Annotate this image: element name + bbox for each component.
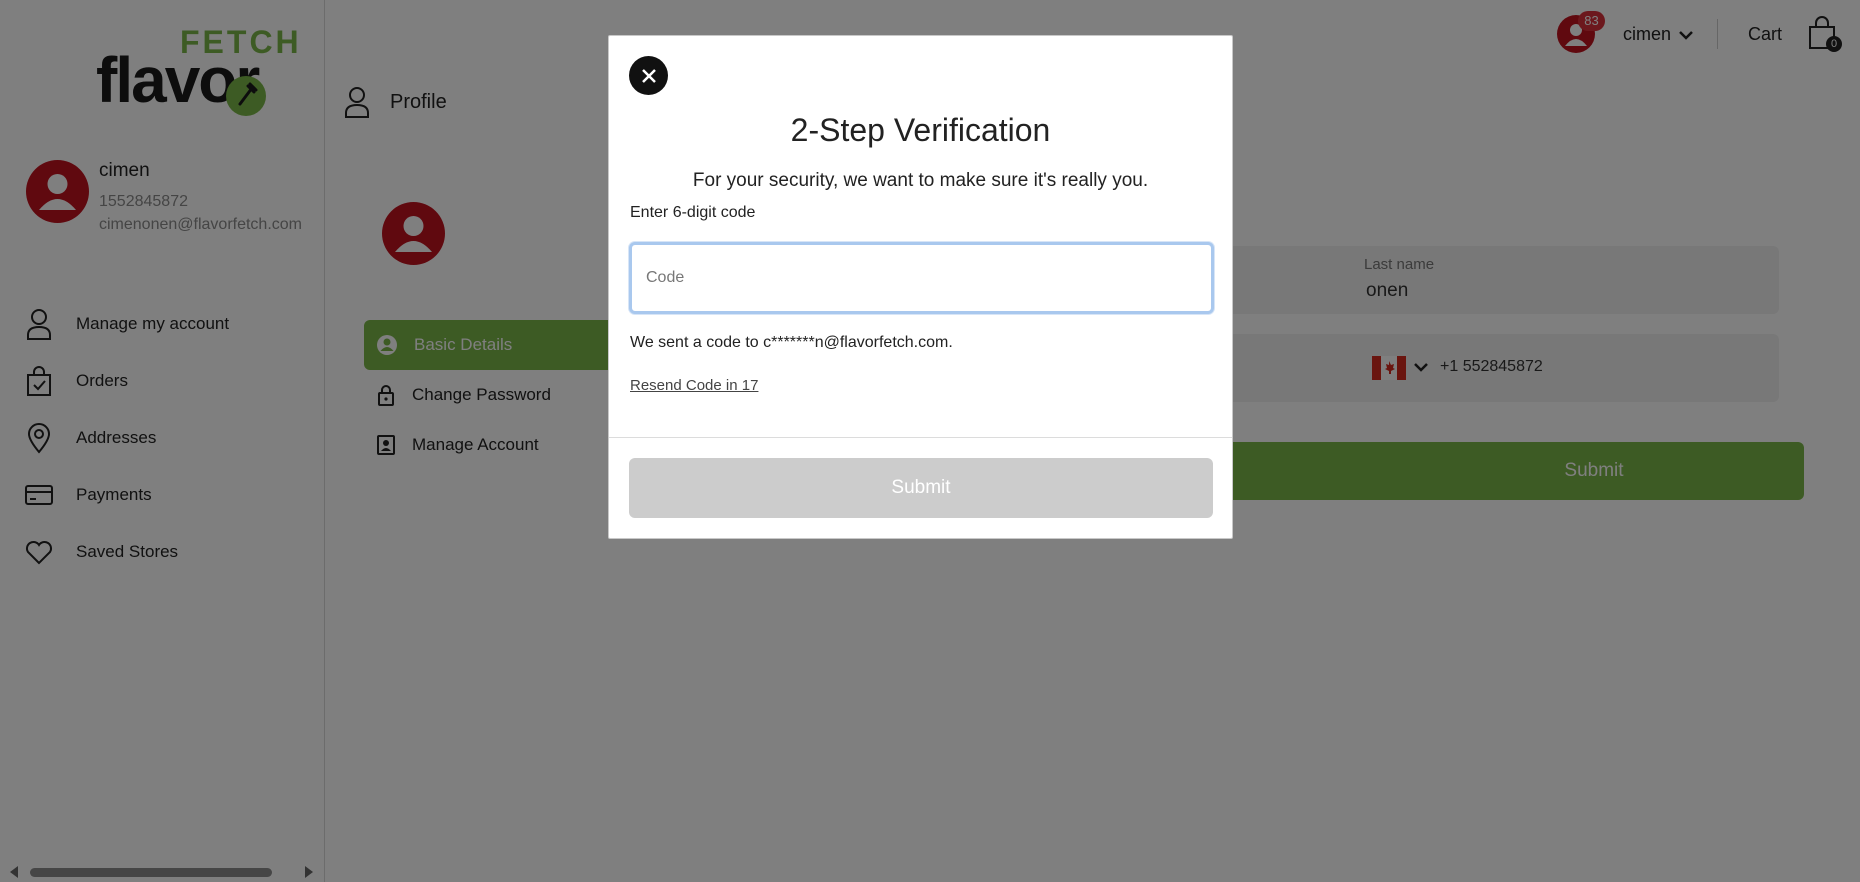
close-icon bbox=[641, 68, 656, 83]
two-step-verification-modal: 2-Step Verification For your security, w… bbox=[608, 35, 1233, 539]
code-input-label: Enter 6-digit code bbox=[630, 204, 756, 221]
resend-code-link[interactable]: Resend Code in 17 bbox=[630, 377, 758, 394]
modal-subtitle: For your security, we want to make sure … bbox=[692, 170, 1149, 191]
code-sent-message: We sent a code to c*******n@flavorfetch.… bbox=[630, 334, 953, 351]
modal-divider bbox=[609, 437, 1232, 438]
modal-title: 2-Step Verification bbox=[790, 112, 1051, 148]
close-button[interactable] bbox=[629, 56, 668, 95]
submit-button[interactable]: Submit bbox=[629, 458, 1213, 518]
verification-code-input[interactable] bbox=[629, 242, 1214, 314]
